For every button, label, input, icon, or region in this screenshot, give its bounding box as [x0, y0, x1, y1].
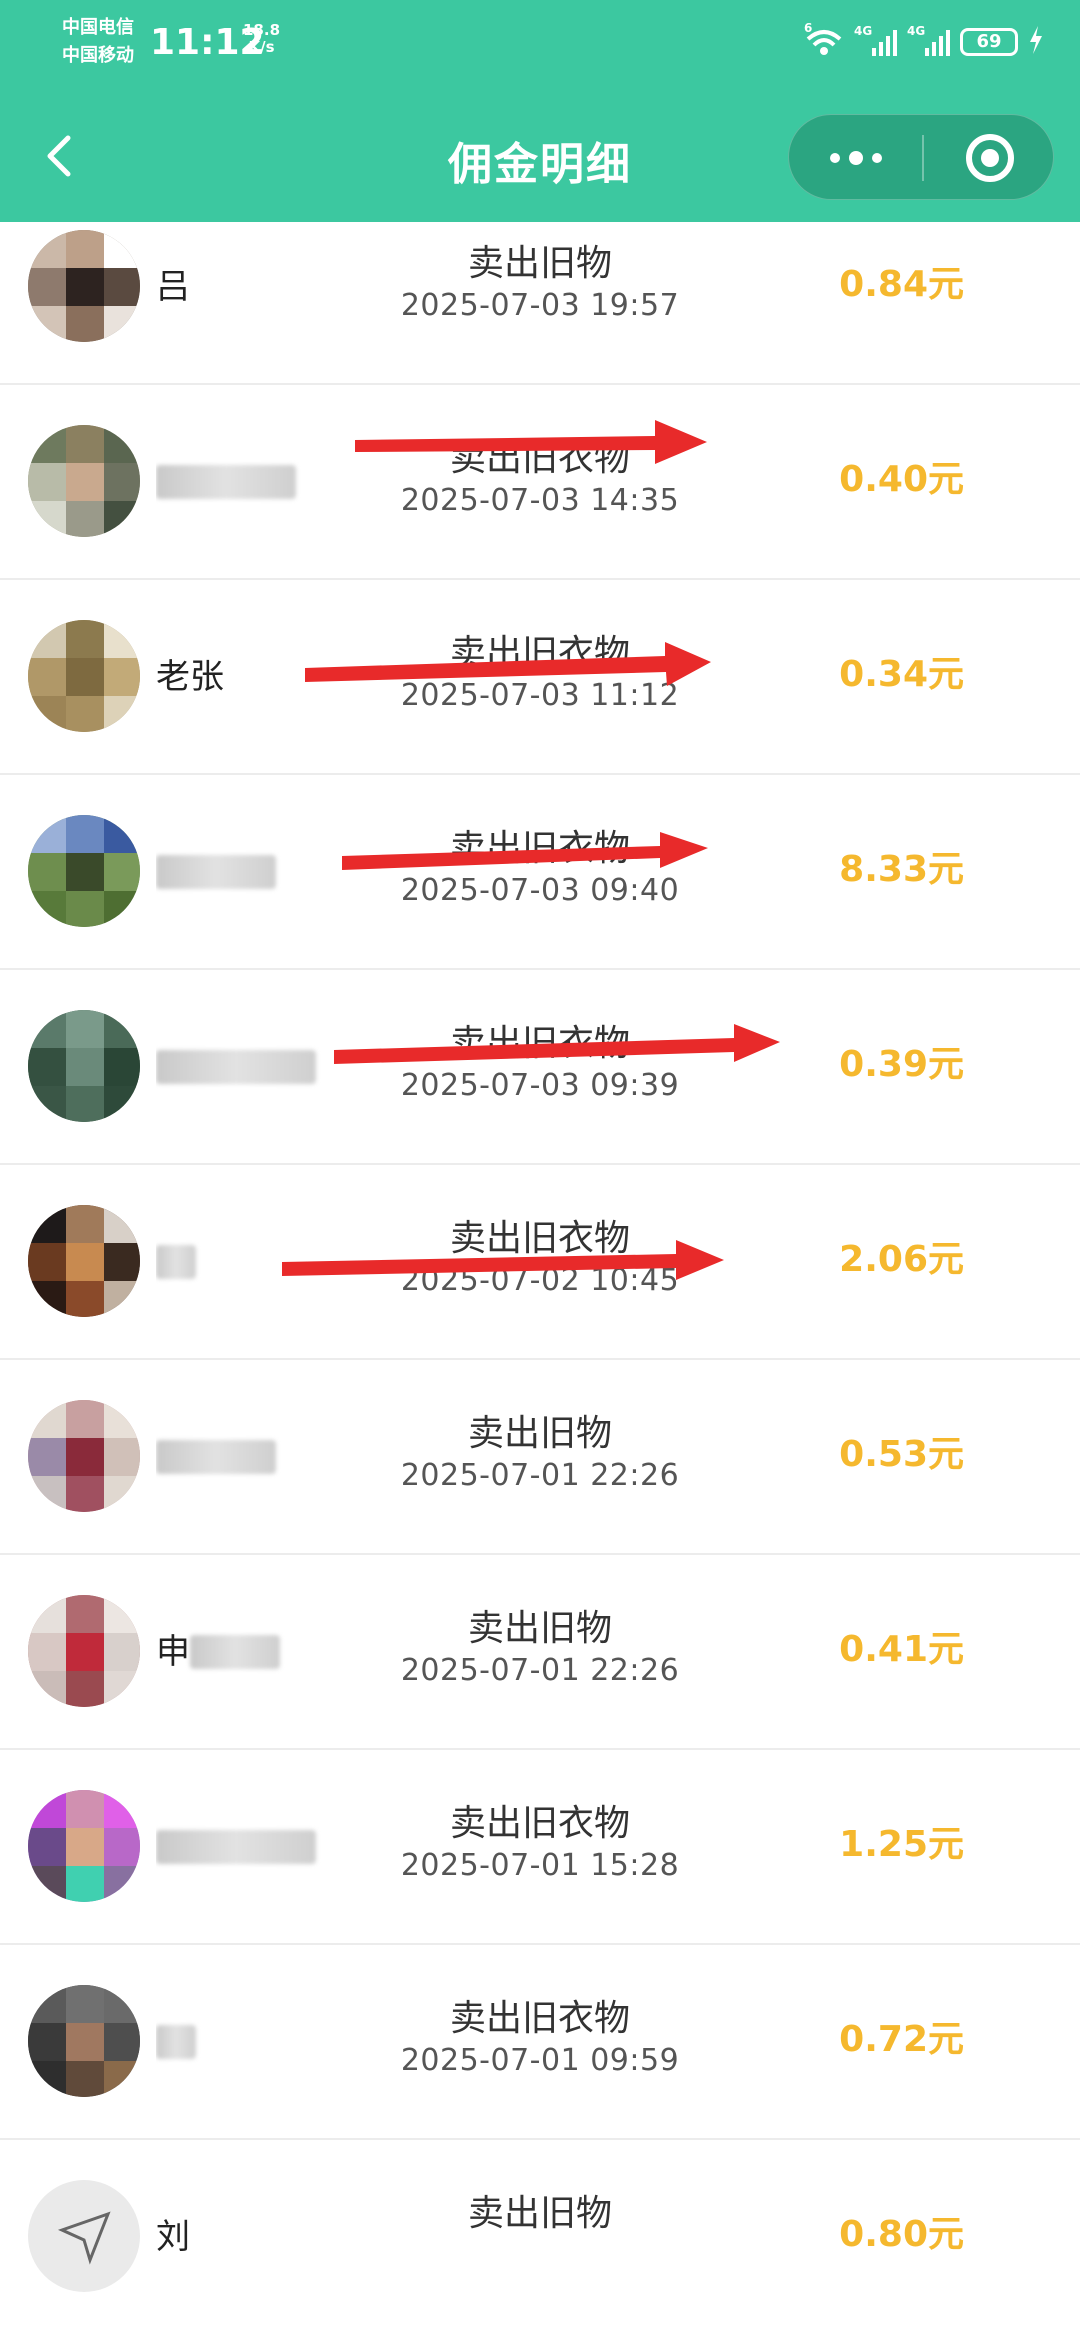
signal-2-tag: 4G [907, 24, 926, 38]
user-name [156, 1237, 356, 1287]
record-type: 卖出旧物 [467, 243, 612, 284]
commission-amount: 0.40元 [839, 459, 964, 500]
record-type: 卖出旧衣物 [449, 438, 630, 479]
avatar [28, 815, 140, 927]
wifi-tag: 6 [804, 21, 813, 35]
status-bar: 中国电信 中国移动 11:12 18.8 K/s 6 4G 4G 69 [0, 0, 1080, 90]
record-date: 2025-07-01 22:26 [400, 1653, 680, 1688]
avatar [28, 2180, 140, 2292]
record-date: 2025-07-02 10:45 [400, 1263, 680, 1298]
user-name: 老张 [156, 657, 224, 697]
signal-icon-2: 4G [907, 24, 950, 56]
avatar [28, 620, 140, 732]
commission-amount: 0.53元 [839, 1434, 964, 1475]
dot-icon [829, 153, 840, 163]
record-date: 2025-07-03 14:35 [400, 483, 680, 518]
header: 中国电信 中国移动 11:12 18.8 K/s 6 4G 4G 69 佣金明细 [0, 0, 1080, 222]
dot-icon [848, 151, 863, 165]
carrier-info: 中国电信 中国移动 [62, 14, 134, 70]
avatar [28, 425, 140, 537]
user-name [156, 1432, 356, 1482]
record-date: 2025-07-03 19:57 [400, 288, 680, 323]
user-name: 吕 [156, 267, 190, 307]
chevron-left-icon [47, 135, 71, 177]
signal-1-tag: 4G [854, 24, 873, 38]
paper-plane-icon [57, 2211, 111, 2265]
record-type: 卖出旧衣物 [449, 1998, 630, 2039]
list-item[interactable]: 卖出旧衣物 2025-07-03 09:40 8.33元 [0, 775, 1080, 970]
avatar [28, 1985, 140, 2097]
avatar [28, 230, 140, 342]
record-date: 2025-07-01 22:26 [400, 1458, 680, 1493]
back-button[interactable] [34, 126, 84, 186]
list-item[interactable]: 刘 卖出旧物 0.80元 [0, 2140, 1080, 2331]
wifi-icon: 6 [804, 21, 844, 57]
list-item[interactable]: 卖出旧物 2025-07-01 22:26 0.53元 [0, 1360, 1080, 1555]
list-item[interactable]: 卖出旧衣物 2025-07-02 10:45 2.06元 [0, 1165, 1080, 1360]
network-speed-value: 18.8 [243, 21, 281, 39]
list-item[interactable]: 卖出旧衣物 2025-07-01 15:28 1.25元 [0, 1750, 1080, 1945]
record-date: 2025-07-03 09:39 [400, 1068, 680, 1103]
user-name [156, 457, 356, 507]
more-button[interactable] [789, 115, 922, 201]
record-date: 2025-07-03 09:40 [400, 873, 680, 908]
user-name [156, 847, 356, 897]
user-name [156, 1822, 356, 1872]
nav-bar: 佣金明细 [0, 90, 1080, 222]
user-name [156, 2017, 356, 2067]
commission-amount: 0.41元 [839, 1629, 964, 1670]
record-date: 2025-07-03 11:12 [400, 678, 680, 713]
avatar [28, 1010, 140, 1122]
miniprogram-capsule [788, 114, 1054, 200]
commission-amount: 0.84元 [839, 264, 964, 305]
carrier-2: 中国移动 [62, 45, 134, 66]
network-speed-unit: K/s [248, 38, 275, 56]
user-name [156, 1042, 356, 1092]
list-item[interactable]: 卖出旧衣物 2025-07-03 14:35 0.40元 [0, 385, 1080, 580]
list-item[interactable]: 卖出旧衣物 2025-07-03 09:39 0.39元 [0, 970, 1080, 1165]
target-icon [965, 134, 1014, 182]
battery-level: 69 [960, 28, 1018, 56]
commission-amount: 1.25元 [839, 1824, 964, 1865]
record-type: 卖出旧衣物 [449, 1803, 630, 1844]
record-date: 2025-07-01 09:59 [400, 2043, 680, 2078]
avatar [28, 1595, 140, 1707]
list-item[interactable]: 卖出旧衣物 2025-07-01 09:59 0.72元 [0, 1945, 1080, 2140]
charging-icon [1028, 26, 1044, 58]
list-item[interactable]: 老张 卖出旧衣物 2025-07-03 11:12 0.34元 [0, 580, 1080, 775]
commission-amount: 0.72元 [839, 2019, 964, 2060]
user-name: 刘 [156, 2217, 190, 2257]
list-item[interactable]: 申 卖出旧物 2025-07-01 22:26 0.41元 [0, 1555, 1080, 1750]
user-name: 申 [156, 1627, 356, 1677]
avatar [28, 1400, 140, 1512]
record-type: 卖出旧衣物 [449, 1023, 630, 1064]
record-type: 卖出旧衣物 [449, 828, 630, 869]
dot-icon [871, 153, 882, 163]
record-type: 卖出旧物 [467, 2193, 612, 2234]
record-type: 卖出旧衣物 [449, 1218, 630, 1259]
avatar [28, 1205, 140, 1317]
carrier-1: 中国电信 [62, 17, 134, 38]
record-type: 卖出旧衣物 [449, 633, 630, 674]
commission-amount: 8.33元 [839, 849, 964, 890]
record-type: 卖出旧物 [467, 1413, 612, 1454]
close-button[interactable] [924, 115, 1055, 201]
avatar [28, 1790, 140, 1902]
network-speed: 18.8 K/s [243, 22, 280, 56]
commission-amount: 0.39元 [839, 1044, 964, 1085]
record-type: 卖出旧物 [467, 1608, 612, 1649]
commission-amount: 2.06元 [839, 1239, 964, 1280]
record-date: 2025-07-01 15:28 [400, 1848, 680, 1883]
commission-amount: 0.34元 [839, 654, 964, 695]
commission-list: 吕 卖出旧物 2025-07-03 19:57 0.84元 卖出旧衣物 2025… [0, 32, 1080, 2331]
signal-icon-1: 4G [854, 24, 897, 56]
status-icons: 6 4G 4G 69 [804, 21, 1044, 62]
commission-amount: 0.80元 [839, 2214, 964, 2255]
